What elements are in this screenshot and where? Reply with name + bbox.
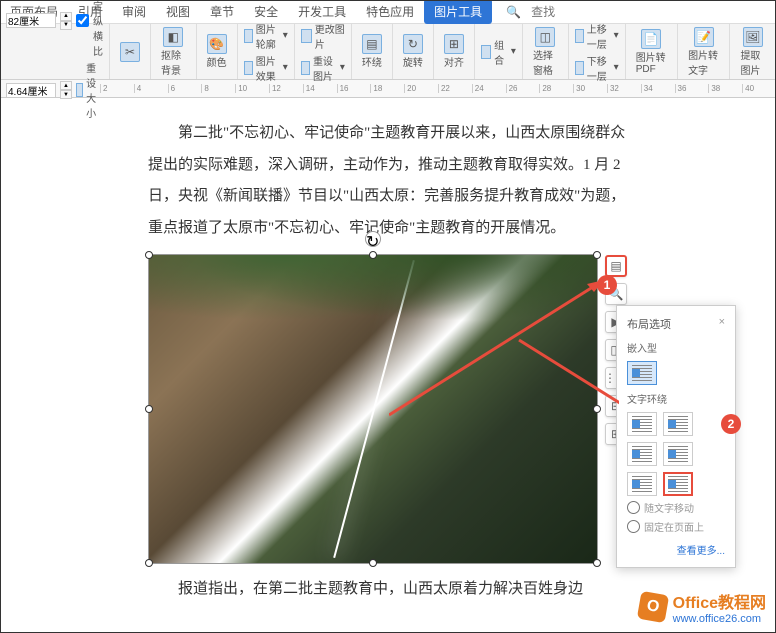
watermark: O Office教程网 www.office26.com [639,589,766,625]
popup-title-text: 布局选项 [627,316,671,332]
wrap-through-option[interactable] [627,442,657,466]
resize-handle-bl[interactable] [145,559,153,567]
inline-section-label: 嵌入型 [627,340,725,355]
tab-special[interactable]: 特色应用 [356,0,424,24]
wrap-behind-option[interactable] [627,472,657,496]
annotation-marker-1: 1 [597,275,617,295]
selected-image[interactable]: ↻ ▤ 🔍 ▶ ◫ ⋮⋮ ⊟ ⊞ 1 [148,254,598,564]
height-up[interactable]: ▲ [60,81,72,90]
resize-handle-tr[interactable] [593,251,601,259]
fix-on-page-radio[interactable] [627,520,640,533]
move-with-text-radio[interactable] [627,501,640,514]
crop-button[interactable]: ✂ [116,40,144,64]
remove-bg-button[interactable]: ◧抠除背景 [157,25,190,79]
color-button[interactable]: 🎨颜色 [203,32,231,71]
ribbon-tabs: 页面布局 引用 审阅 视图 章节 安全 开发工具 特色应用 图片工具 🔍 [0,0,776,24]
group-button[interactable]: 组合 ▾ [481,37,516,67]
effect-button[interactable]: 图片效果 ▾ [244,53,288,83]
reset-size-button[interactable]: 重设大小 [76,60,103,120]
select-pane-button[interactable]: ◫选择窗格 [529,25,562,79]
wrap-topbottom-option[interactable] [663,442,693,466]
lock-ratio-checkbox[interactable] [76,14,89,27]
resize-handle-tl[interactable] [145,251,153,259]
align-button[interactable]: ⊞对齐 [440,32,468,71]
horizontal-ruler: 246810121416182022242628303234363840 [0,80,776,98]
rotate-button[interactable]: ↻旋转 [399,32,427,71]
tab-view[interactable]: 视图 [156,0,200,24]
height-input[interactable] [6,83,56,98]
width-up[interactable]: ▲ [60,12,72,21]
resize-handle-ml[interactable] [145,405,153,413]
lock-ratio-label: 锁定纵横比 [93,0,103,58]
change-img-button[interactable]: 更改图片 [301,21,345,51]
resize-handle-bc[interactable] [369,559,377,567]
fix-on-page-label: 固定在页面上 [644,519,704,534]
paragraph-1[interactable]: 第二批"不忘初心、牢记使命"主题教育开展以来，山西太原围绕群众提出的实际难题，深… [148,118,628,244]
layout-options-button[interactable]: ▤ [605,255,627,277]
watermark-title: Office教程网 [673,589,766,613]
watermark-url: www.office26.com [673,613,766,625]
document-page: 第二批"不忘初心、牢记使命"主题教育开展以来，山西太原围绕群众提出的实际难题，深… [108,98,668,626]
tab-review[interactable]: 审阅 [112,0,156,24]
height-down[interactable]: ▼ [60,90,72,99]
paragraph-2[interactable]: 报道指出，在第二批主题教育中，山西太原着力解决百姓身边 [148,574,628,606]
annotation-marker-2: 2 [721,414,741,434]
resize-handle-tc[interactable] [369,251,377,259]
ribbon-toolbar: ▲▼ 锁定纵横比 ▲▼ 重设大小 ✂ ◧抠除背景 🎨颜色 图片轮廓 ▾ 图片效果… [0,24,776,80]
resize-handle-br[interactable] [593,559,601,567]
reset-img-button[interactable]: 重设图片 ▾ [301,53,345,83]
wrap-button[interactable]: ▤环绕 [358,32,386,71]
extract-img-button[interactable]: 🖼提取图片 [736,25,769,79]
watermark-logo-icon: O [636,591,668,623]
down-layer-button[interactable]: 下移一层 ▾ [575,53,619,83]
to-pdf-button[interactable]: 📄图片转PDF [632,27,671,77]
search-icon[interactable]: 🔍 [496,1,531,23]
wrap-tight-option[interactable] [663,412,693,436]
close-icon[interactable]: × [719,316,725,332]
wrap-square-option[interactable] [627,412,657,436]
see-more-link[interactable]: 查看更多... [627,542,725,557]
search-input[interactable] [531,5,571,19]
outline-button[interactable]: 图片轮廓 ▾ [244,21,288,51]
rotate-handle[interactable]: ↻ [365,231,381,247]
tab-image-tools[interactable]: 图片工具 [424,0,492,24]
annotation-arrow [389,280,619,420]
tab-chapter[interactable]: 章节 [200,0,244,24]
layout-options-popup: 布局选项 × 嵌入型 文字环绕 2 随文字移动 固定在页面上 查看更多... [616,305,736,568]
wrap-inline-option[interactable] [627,361,657,385]
wrap-front-option[interactable] [663,472,693,496]
textwrap-section-label: 文字环绕 [627,391,725,406]
up-layer-button[interactable]: 上移一层 ▾ [575,21,619,51]
to-text-button[interactable]: 📝图片转文字 [684,25,723,79]
width-input[interactable] [6,13,56,28]
move-with-text-label: 随文字移动 [644,500,694,515]
width-down[interactable]: ▼ [60,21,72,30]
